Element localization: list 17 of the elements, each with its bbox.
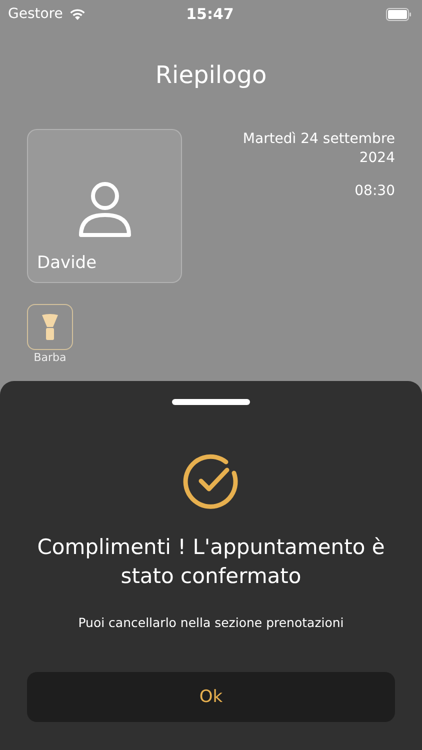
service-label: Barba bbox=[34, 351, 66, 364]
sheet-handle[interactable] bbox=[172, 399, 250, 405]
shaving-brush-icon bbox=[41, 313, 59, 341]
battery-icon bbox=[386, 8, 412, 20]
page-title: Riepilogo bbox=[154, 60, 268, 90]
confirmation-heading: Complimenti ! L'appuntamento è stato confermato bbox=[36, 534, 386, 590]
person-icon bbox=[76, 180, 132, 238]
appointment-time: 08:30 bbox=[354, 182, 395, 201]
confirmation-message: Puoi cancellarlo nella sezione prenotazioni bbox=[78, 615, 344, 630]
service-tile[interactable] bbox=[27, 304, 73, 350]
carrier-label: Gestore bbox=[8, 6, 63, 22]
clock-time: 15:47 bbox=[186, 5, 234, 23]
staff-name: Davide bbox=[37, 253, 97, 273]
appointment-date: Martedì 24 settembre 2024 bbox=[242, 130, 395, 168]
check-circle-icon bbox=[182, 453, 240, 511]
wifi-icon bbox=[68, 8, 86, 20]
ok-button[interactable]: Ok bbox=[27, 672, 395, 722]
